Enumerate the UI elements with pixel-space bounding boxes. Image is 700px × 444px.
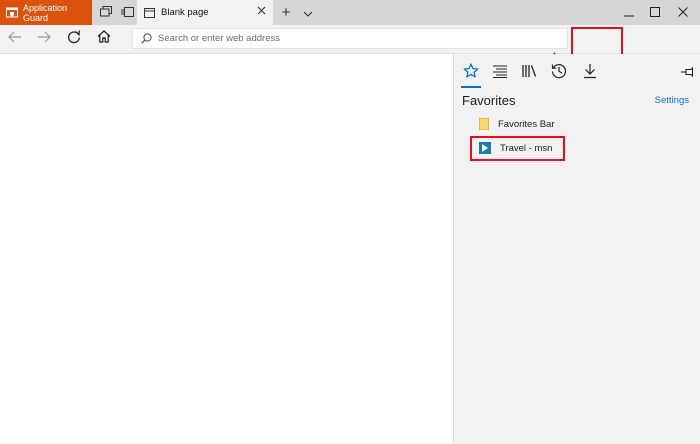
maximize-icon [650,4,660,22]
close-window-button[interactable] [670,0,696,25]
tab-history[interactable] [546,60,572,86]
refresh-button[interactable] [62,27,86,51]
list-item-favorites-bar[interactable]: Favorites Bar [479,118,555,130]
tab-list-button[interactable] [297,0,319,25]
tab-reading-list[interactable] [487,60,513,86]
folder-icon [479,118,489,130]
pin-icon [680,64,694,82]
tabs-aside-icon [100,4,112,22]
tab-blank-page[interactable]: Blank page [137,0,273,25]
tab-favorites[interactable] [458,60,484,88]
favorites-panel: Favorites Settings Favorites Bar Travel … [453,54,700,444]
tab-books[interactable] [516,60,542,86]
tab-title: Blank page [161,7,209,18]
plus-icon: + [281,4,291,21]
books-icon [521,64,537,83]
travel-msn-highlight [470,136,565,161]
address-bar[interactable] [132,28,568,49]
settings-link[interactable]: Settings [655,95,689,106]
page-icon [144,7,155,18]
panel-title: Favorites [462,93,516,108]
history-icon [551,63,567,84]
back-arrow-icon [8,30,22,48]
favorite-label: Favorites Bar [498,118,555,130]
forward-button[interactable] [32,27,56,51]
refresh-icon [67,30,81,49]
application-guard-badge[interactable]: Application Guard [0,0,92,25]
chevron-down-icon [303,4,313,22]
tab-close-icon[interactable] [257,6,266,15]
maximize-button[interactable] [643,0,667,25]
back-button[interactable] [3,27,27,51]
show-tabs-aside-button[interactable] [116,0,138,25]
title-bar: Application Guard Blank page + [0,0,700,25]
tab-preview-icon [120,4,134,22]
search-icon [141,33,152,44]
application-guard-label: Application Guard [23,2,68,23]
minimize-icon [624,4,634,22]
address-input[interactable] [158,33,498,44]
application-guard-icon [6,7,18,19]
forward-arrow-icon [37,30,51,48]
home-icon [97,30,111,48]
minimize-button[interactable] [617,0,641,25]
new-tab-button[interactable]: + [275,0,297,25]
reading-list-icon [492,64,508,83]
close-icon [678,4,688,22]
set-tabs-aside-button[interactable] [95,0,117,25]
favorites-icon [463,62,479,84]
home-button[interactable] [92,27,116,51]
downloads-icon [583,63,597,84]
pin-panel-button[interactable] [680,64,694,82]
tab-downloads[interactable] [577,60,603,86]
